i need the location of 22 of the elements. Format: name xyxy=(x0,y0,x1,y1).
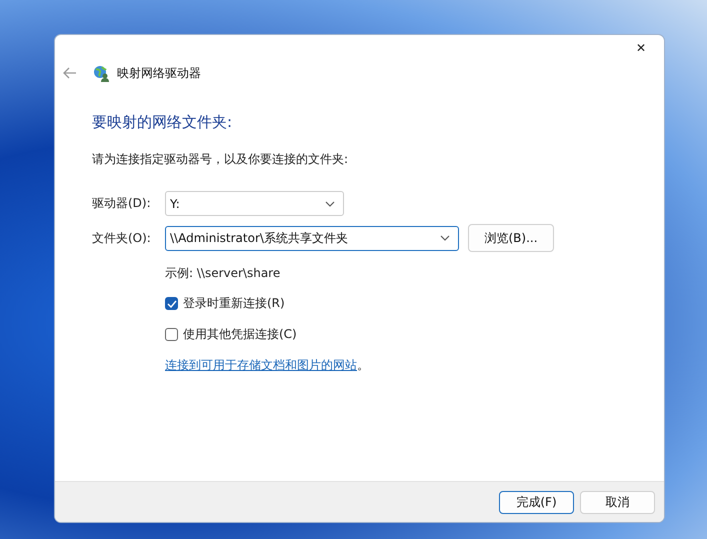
checkbox[interactable] xyxy=(165,297,178,310)
dropdown-field[interactable]: \\Administrator\系统共享文件夹 xyxy=(165,226,459,250)
website-link[interactable]: 连接到可用于存储文档和图片的网站 xyxy=(165,358,357,372)
link-punctuation: 。 xyxy=(357,358,369,372)
dialog-button[interactable]: 完成(F) xyxy=(499,490,574,514)
browse-button[interactable]: 浏览(B)... xyxy=(468,224,554,252)
network-drive-icon xyxy=(93,64,110,82)
close-button[interactable]: ✕ xyxy=(618,35,664,61)
example-text: 示例: \\server\share xyxy=(165,265,282,282)
checkbox-label[interactable]: 使用其他凭据连接(C) xyxy=(183,326,297,343)
instruction-text: 请为连接指定驱动器号，以及你要连接的文件夹: xyxy=(92,151,350,168)
window-title: 映射网络驱动器 xyxy=(117,64,201,82)
back-arrow-icon[interactable] xyxy=(63,67,77,79)
chevron-down-icon xyxy=(440,235,450,241)
checkbox-label[interactable]: 登录时重新连接(R) xyxy=(183,295,285,312)
field-label: 文件夹(O): xyxy=(92,230,152,246)
dialog-button[interactable]: 取消 xyxy=(580,490,655,514)
checkbox[interactable] xyxy=(165,328,178,341)
heading: 要映射的网络文件夹: xyxy=(92,113,234,132)
field-label: 驱动器(D): xyxy=(92,195,152,212)
dropdown-field[interactable]: Y: xyxy=(165,191,344,216)
chevron-down-icon xyxy=(325,200,335,206)
